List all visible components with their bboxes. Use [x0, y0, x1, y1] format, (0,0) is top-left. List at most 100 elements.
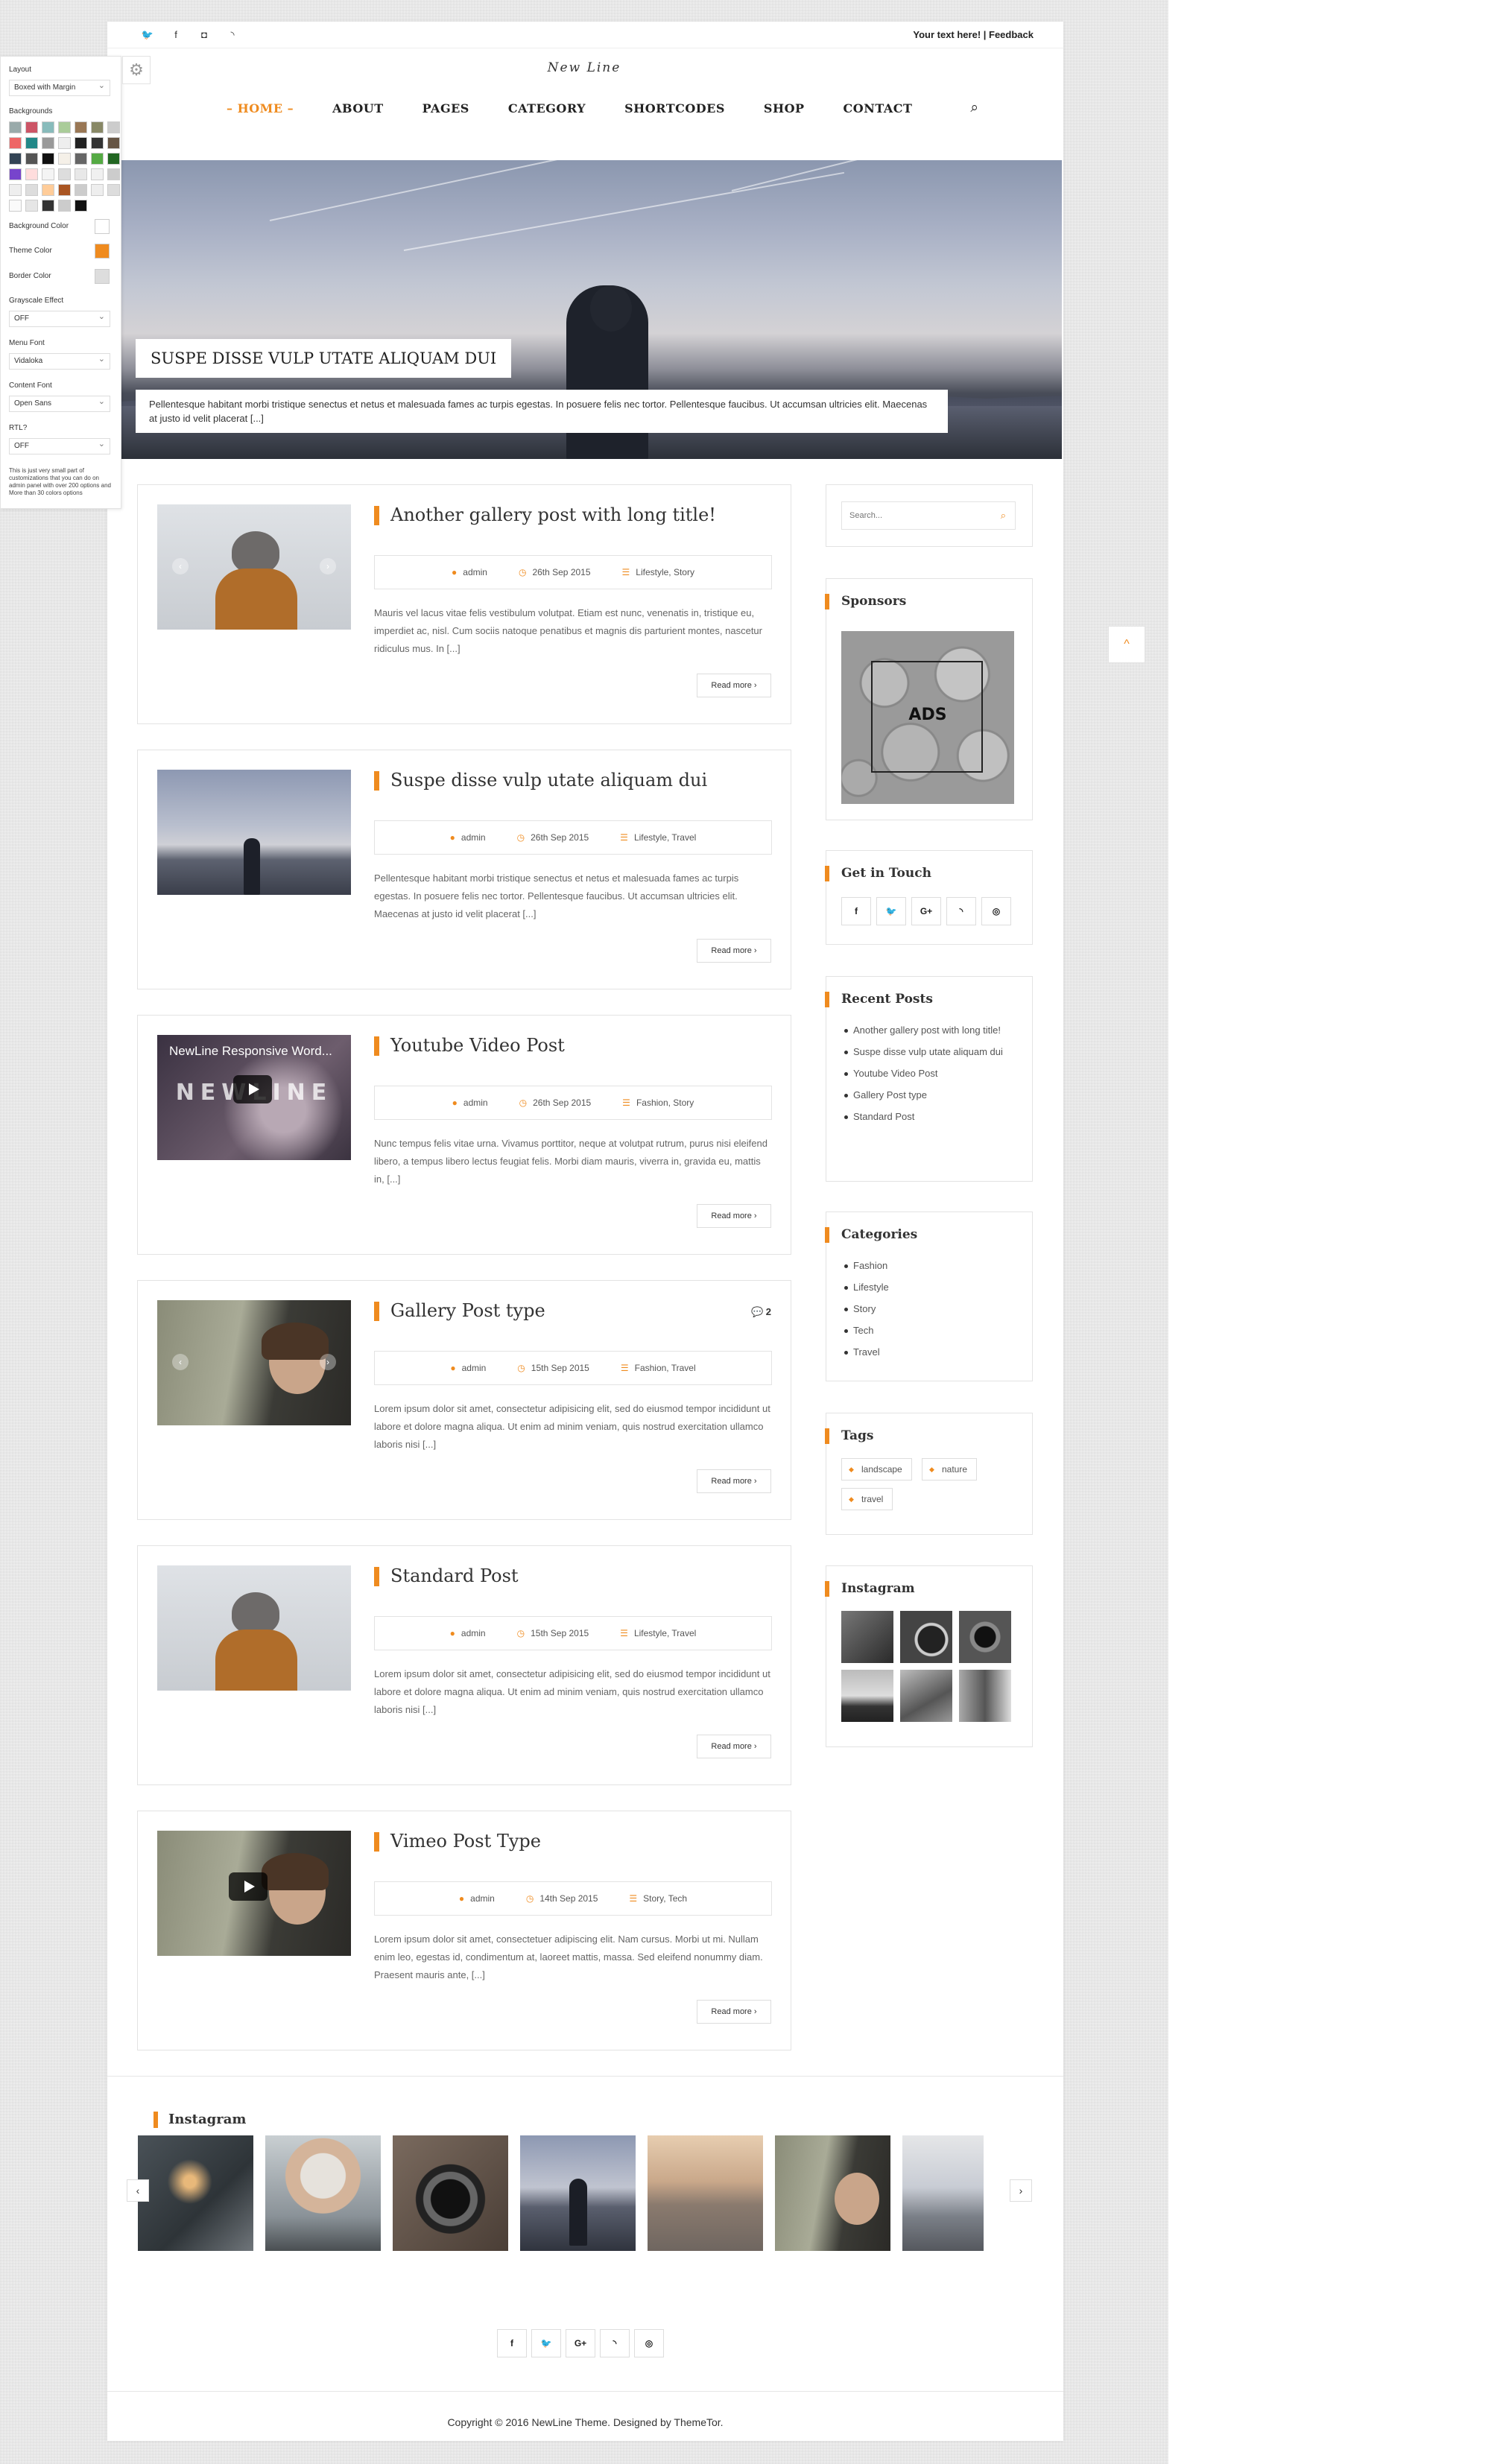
post-title[interactable]: Youtube Video Post [374, 1035, 565, 1056]
bg-swatch[interactable] [9, 153, 22, 165]
rtl-select[interactable]: OFF [9, 437, 110, 455]
bg-swatch[interactable] [9, 121, 22, 133]
read-more-button[interactable]: Read more › [697, 1735, 771, 1758]
bg-swatch[interactable] [58, 184, 71, 196]
footer-instagram-photo[interactable] [265, 2135, 381, 2251]
post-title[interactable]: Another gallery post with long title! [374, 504, 716, 525]
recent-post-link[interactable]: Gallery Post type [844, 1088, 1016, 1103]
instagram-photo[interactable] [959, 1611, 1011, 1663]
bg-swatch[interactable] [25, 184, 38, 196]
post-categories[interactable]: ☰ Fashion, Travel [621, 1363, 696, 1373]
bg-swatch[interactable] [75, 200, 87, 212]
recent-post-link[interactable]: Another gallery post with long title! [844, 1023, 1016, 1038]
bg-swatch[interactable] [58, 137, 71, 149]
post-title[interactable]: Standard Post [374, 1565, 519, 1586]
bg-swatch[interactable] [58, 153, 71, 165]
instagram-photo[interactable] [841, 1670, 893, 1722]
site-logo[interactable]: New Line [539, 60, 629, 75]
gear-icon[interactable]: ⚙ [122, 56, 151, 84]
nav-item-pages[interactable]: PAGES [422, 101, 469, 115]
bg-swatch[interactable] [58, 121, 71, 133]
instagram-photo[interactable] [900, 1670, 952, 1722]
post-author[interactable]: ● admin [450, 1363, 486, 1373]
post-categories[interactable]: ☰ Story, Tech [629, 1893, 687, 1904]
bg-swatch[interactable] [107, 121, 120, 133]
slider-prev-icon[interactable]: ‹ [172, 1354, 189, 1370]
bg-swatch[interactable] [107, 184, 120, 196]
slider-prev-icon[interactable]: ‹ [172, 558, 189, 574]
nav-item-shortcodes[interactable]: SHORTCODES [624, 101, 725, 115]
post-title[interactable]: Vimeo Post Type [374, 1831, 541, 1852]
bg-swatch[interactable] [75, 168, 87, 180]
facebook-icon[interactable]: f [168, 28, 183, 42]
back-to-top-button[interactable]: ^ [1108, 626, 1145, 663]
tag-link[interactable]: landscape [841, 1458, 912, 1480]
nav-item-shop[interactable]: SHOP [764, 101, 805, 115]
bg-swatch[interactable] [25, 168, 38, 180]
slider-next-icon[interactable]: › [320, 1354, 336, 1370]
category-link[interactable]: Tech [844, 1323, 1016, 1338]
instagram-photo[interactable] [841, 1611, 893, 1663]
tag-link[interactable]: nature [922, 1458, 978, 1480]
hero-slider[interactable]: SUSPE DISSE VULP UTATE ALIQUAM DUI Pelle… [121, 160, 1062, 459]
bg-swatch[interactable] [25, 137, 38, 149]
twitter-icon[interactable]: 🐦 [531, 2329, 561, 2357]
recent-post-link[interactable]: Suspe disse vulp utate aliquam dui [844, 1045, 1016, 1060]
instagram-photo[interactable] [959, 1670, 1011, 1722]
nav-item-category[interactable]: CATEGORY [508, 101, 586, 115]
footer-instagram-photo[interactable] [138, 2135, 253, 2251]
slider-next-icon[interactable]: › [320, 558, 336, 574]
post-author[interactable]: ● admin [450, 1628, 486, 1638]
post-thumbnail[interactable] [157, 770, 351, 895]
tag-link[interactable]: travel [841, 1488, 893, 1510]
bg-swatch[interactable] [75, 121, 87, 133]
bg-swatch[interactable] [75, 137, 87, 149]
video-thumbnail[interactable]: NewLine Responsive Word... NEWLINE [157, 1035, 351, 1160]
rss-icon[interactable]: ◝ [225, 28, 240, 42]
recent-post-link[interactable]: Youtube Video Post [844, 1066, 1016, 1081]
theme-color-picker[interactable] [95, 244, 110, 259]
post-thumbnail[interactable]: ‹ › [157, 504, 351, 630]
bg-swatch[interactable] [91, 184, 104, 196]
instagram-icon[interactable]: ◎ [981, 897, 1011, 925]
facebook-icon[interactable]: f [497, 2329, 527, 2357]
rss-icon[interactable]: ◝ [600, 2329, 630, 2357]
bg-swatch[interactable] [25, 200, 38, 212]
post-author[interactable]: ● admin [450, 832, 486, 843]
bg-swatch[interactable] [107, 168, 120, 180]
bg-swatch[interactable] [58, 200, 71, 212]
hero-title[interactable]: SUSPE DISSE VULP UTATE ALIQUAM DUI [136, 339, 512, 378]
bg-swatch[interactable] [42, 121, 54, 133]
bg-swatch[interactable] [42, 168, 54, 180]
bg-swatch[interactable] [9, 137, 22, 149]
bg-swatch[interactable] [9, 168, 22, 180]
read-more-button[interactable]: Read more › [697, 2000, 771, 2024]
layout-select[interactable]: Boxed with Margin [9, 78, 110, 96]
category-link[interactable]: Lifestyle [844, 1280, 1016, 1295]
bg-swatch[interactable] [9, 200, 22, 212]
sponsor-ad[interactable]: ADS [841, 631, 1014, 804]
carousel-prev-button[interactable]: ‹ [127, 2179, 149, 2202]
content-font-select[interactable]: Open Sans [9, 394, 110, 412]
border-color-picker[interactable] [95, 269, 110, 284]
read-more-button[interactable]: Read more › [697, 939, 771, 963]
post-title[interactable]: Suspe disse vulp utate aliquam dui [374, 770, 707, 791]
post-thumbnail[interactable] [157, 1565, 351, 1691]
search-icon[interactable]: ⌕ [1001, 510, 1006, 522]
menu-font-select[interactable]: Vidaloka [9, 352, 110, 370]
bg-swatch[interactable] [75, 184, 87, 196]
footer-instagram-photo[interactable] [648, 2135, 763, 2251]
search-icon[interactable]: ⌕ [970, 100, 978, 116]
google-plus-icon[interactable]: G+ [566, 2329, 595, 2357]
bg-swatch[interactable] [42, 184, 54, 196]
post-author[interactable]: ● admin [452, 567, 487, 577]
post-author[interactable]: ● admin [452, 1098, 488, 1108]
bg-swatch[interactable] [91, 153, 104, 165]
footer-instagram-photo[interactable] [902, 2135, 984, 2251]
play-icon[interactable] [229, 1872, 268, 1901]
category-link[interactable]: Story [844, 1302, 1016, 1317]
bg-swatch[interactable] [25, 121, 38, 133]
instagram-icon[interactable]: ◎ [634, 2329, 664, 2357]
google-plus-icon[interactable]: G+ [911, 897, 941, 925]
grayscale-select[interactable]: OFF [9, 309, 110, 327]
